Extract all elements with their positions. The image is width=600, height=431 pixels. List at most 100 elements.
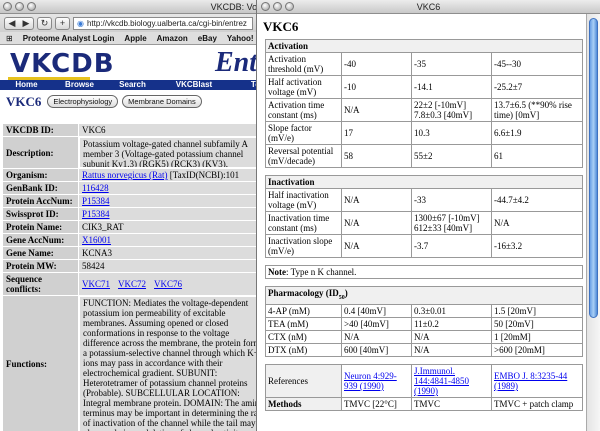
globe-icon: ◉: [77, 18, 84, 28]
property-value: 1300±67 [-10mV] 612±33 [40mV]: [411, 211, 492, 235]
scroll-thumb[interactable]: [589, 18, 598, 318]
table-row: GenBank ID: 116428: [2, 181, 272, 195]
table-row: Gene Name: KCNA3: [2, 246, 272, 260]
electrophysiology-table: Activation Activation threshold (mV) -40-…: [265, 39, 583, 411]
electrophysiology-button[interactable]: Electrophysiology: [47, 95, 119, 108]
property-label: Half activation voltage (mV): [265, 75, 342, 99]
gene-info-table: VKCDB ID: VKC6 Description: Potassium volt…: [2, 123, 272, 431]
property-value: -25.2±7: [491, 75, 583, 99]
property-value: 1 [20mM]: [491, 329, 583, 344]
row-key: Protein AccNum:: [2, 194, 79, 208]
membrane-domains-button[interactable]: Membrane Domains: [122, 95, 202, 108]
row-key: Gene Name:: [2, 246, 79, 260]
row-key: Functions:: [2, 295, 79, 431]
nav-home[interactable]: Home: [0, 80, 53, 90]
methods-row: Methods TMVC [22°C] TMVC TMVC + patch cl…: [265, 396, 583, 411]
conflict-link[interactable]: VKC72: [118, 279, 146, 289]
reference-cell: J.Immunol. 144:4841-4850 (1990): [411, 363, 492, 398]
popup-scrollbar[interactable]: [586, 14, 600, 431]
table-row: Protein Name: CIK3_RAT: [2, 220, 272, 234]
zoom-window-icon[interactable]: [27, 2, 36, 11]
table-row: DTX (nM) 600 [40mV] N/A >600 [20mM]: [265, 342, 583, 357]
property-value: -40: [341, 52, 412, 76]
add-bookmark-button[interactable]: +: [55, 16, 70, 30]
table-row: Sequence conflicts: VKC71 VKC72 VKC76: [2, 272, 272, 296]
spacer: [265, 257, 583, 266]
property-value: N/A: [491, 211, 583, 235]
forward-arrow-icon[interactable]: ▶: [23, 18, 30, 29]
bookmark-item[interactable]: Amazon: [157, 32, 188, 44]
bookmark-item[interactable]: Proteome Analyst Login: [23, 32, 115, 44]
pharmacology-rows: 4-AP (mM) 0.4 [40mV] 0.3±0.01 1.5 [20mV] TEA…: [265, 303, 583, 357]
sequence-conflicts-value: VKC71 VKC72 VKC76: [78, 272, 272, 296]
table-row: Functions: FUNCTION: Mediates the voltage…: [2, 295, 272, 431]
genbank-link[interactable]: 116428: [82, 183, 109, 193]
row-key: Gene AccNum:: [2, 233, 79, 247]
conflict-link[interactable]: VKC76: [154, 279, 182, 289]
gene-accnum-link[interactable]: X16001: [82, 235, 111, 245]
popup-titlebar: VKC6: [257, 0, 600, 14]
popup-content: VKC6 Activation Activation threshold (mV…: [257, 14, 587, 431]
minimize-window-icon[interactable]: [273, 2, 282, 11]
back-arrow-icon[interactable]: ◀: [9, 18, 16, 29]
table-row: Activation time constant (ms) N/A 22±2 [-1…: [265, 98, 583, 122]
table-row: Half inactivation voltage (mV) N/A -33 -44.…: [265, 188, 583, 212]
table-row: Inactivation slope (mV/e) N/A -3.7 -16±3.2: [265, 234, 583, 258]
row-key: Swissprot ID:: [2, 207, 79, 221]
table-row: Gene AccNum: X16001: [2, 233, 272, 247]
gene-title: VKC6: [6, 93, 42, 109]
methods-value: TMVC + patch clamp: [491, 396, 583, 411]
logo-underline: [8, 77, 90, 80]
property-value: 0.3±0.01: [411, 303, 492, 318]
nav-vkcblast[interactable]: VKCBlast: [159, 80, 229, 90]
property-value: -10: [341, 75, 412, 99]
conflict-link[interactable]: VKC71: [82, 279, 110, 289]
spacer: [265, 167, 583, 176]
swissprot-link[interactable]: P15384: [82, 209, 110, 219]
property-value: N/A: [341, 211, 412, 235]
table-row: Protein AccNum: P15384: [2, 194, 272, 208]
property-value: -3.7: [411, 234, 492, 258]
property-value: 58: [341, 144, 412, 168]
reference-link[interactable]: J.Immunol. 144:4841-4850 (1990): [414, 366, 469, 396]
table-row: VKCDB ID: VKC6: [2, 123, 272, 137]
property-value: N/A: [341, 329, 412, 344]
protein-accnum-link[interactable]: P15384: [82, 196, 110, 206]
close-window-icon[interactable]: [261, 2, 270, 11]
reference-cell: Neuron 4:929-939 (1990): [341, 363, 412, 398]
bookmark-item[interactable]: Yahoo!: [227, 32, 254, 44]
organism-link[interactable]: Rattus norvegicus (Rat): [82, 170, 167, 180]
minimize-window-icon[interactable]: [15, 2, 24, 11]
property-value: N/A: [341, 188, 412, 212]
zoom-window-icon[interactable]: [285, 2, 294, 11]
row-key: GenBank ID:: [2, 181, 79, 195]
vkcdb-logo[interactable]: VKCDB: [10, 49, 115, 79]
window-controls[interactable]: [261, 2, 294, 11]
address-bar[interactable]: ◉ http://vkcdb.biology.ualberta.ca/cgi-b…: [73, 16, 253, 30]
methods-label: Methods: [265, 396, 342, 411]
property-label: Inactivation time constant (ms): [265, 211, 342, 235]
property-value: 22±2 [-10mV] 7.8±0.3 [40mV]: [411, 98, 492, 122]
bookmark-item[interactable]: Apple: [124, 32, 146, 44]
property-value: 50 [20mV]: [491, 316, 583, 331]
property-label: 4-AP (mM): [265, 303, 342, 318]
property-value: -44.7±4.2: [491, 188, 583, 212]
table-row: Slope factor (mV/e) 17 10.3 6.6±1.9: [265, 121, 583, 145]
reload-button[interactable]: ↻: [37, 16, 52, 30]
book-icon[interactable]: ⊞: [6, 32, 13, 44]
activation-rows: Activation threshold (mV) -40 -35 -45--30 Ha…: [265, 52, 583, 168]
reference-link[interactable]: Neuron 4:929-939 (1990): [344, 371, 397, 391]
bookmark-item[interactable]: eBay: [198, 32, 217, 44]
property-value: -16±3.2: [491, 234, 583, 258]
close-window-icon[interactable]: [3, 2, 12, 11]
table-row: Activation threshold (mV) -40 -35 -45--30: [265, 52, 583, 76]
window-controls[interactable]: [3, 2, 36, 11]
spacer-row: [265, 257, 583, 266]
property-value: 55±2: [411, 144, 492, 168]
nav-browse[interactable]: Browse: [53, 80, 106, 90]
reference-link[interactable]: EMBO J. 8:3235-44 (1989): [494, 371, 567, 391]
nav-search[interactable]: Search: [106, 80, 159, 90]
back-forward-buttons[interactable]: ◀ ▶: [4, 16, 34, 30]
gene-accnum-value: X16001: [78, 233, 272, 247]
gene-name-value: KCNA3: [78, 246, 272, 260]
